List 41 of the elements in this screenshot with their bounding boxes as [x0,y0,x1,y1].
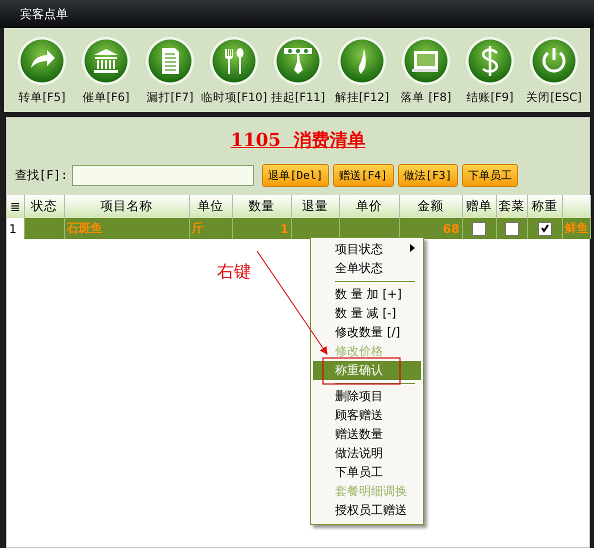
menu-item[interactable]: 做法说明 [313,444,421,463]
table-cell: 鲜鱼 [564,221,588,235]
menu-item[interactable]: 删除项目 [313,387,421,406]
annotation-text: 右键 [217,261,251,283]
checkbox[interactable] [538,222,552,236]
table-cell: 石斑鱼 [66,221,102,235]
toolbar-button[interactable]: 临时项[F10] [202,36,266,112]
menu-item[interactable]: 授权员工赠送 [313,501,421,520]
menu-item[interactable]: 数 量 加 [+] [313,285,421,304]
table-cell: 1 [9,222,17,236]
checkbox[interactable] [472,222,486,236]
checkbox[interactable] [504,222,518,236]
menu-item[interactable]: 顾客赠送 [313,406,421,425]
search-label: 查找[F]: [15,167,68,184]
toolbar-button[interactable]: 结账[F9] [458,36,522,112]
menu-item[interactable]: 数 量 减 [-] [313,304,421,323]
table-cell: 1 [280,222,288,236]
toolbar-button[interactable]: 解挂[F12] [330,36,394,112]
toolbar-button[interactable]: 转单[F5] [10,36,74,112]
search-field[interactable] [72,165,254,186]
list-heading: 1105 消费清单 [230,129,366,152]
menu-item[interactable]: 下单员工 [313,463,421,482]
menu-item[interactable]: 全单状态 [313,259,421,278]
toolbar-button[interactable]: 落单 [F8] [394,36,458,112]
menu-item[interactable]: 修改数量 [/] [313,323,421,342]
toolbar-button[interactable]: 挂起[F11] [266,36,330,112]
table-cell: 斤 [192,221,204,235]
toolbar-button[interactable]: 催单[F6] [74,36,138,112]
table-row[interactable]: 1 石斑鱼 斤 1 68 鲜鱼 [7,218,590,239]
action-button[interactable]: 赠送[F4] [333,164,394,187]
toolbar-button[interactable]: 关闭[ESC] [522,36,586,112]
menu-item[interactable]: 称重确认 [313,361,421,380]
action-button[interactable]: 下单员工 [462,164,518,187]
submenu-arrow-icon [410,244,415,255]
menu-item[interactable]: 项目状态 [313,240,421,259]
toolbar-button[interactable]: 漏打[F7] [138,36,202,112]
menu-item[interactable]: 赠送数量 [313,425,421,444]
window-title: 宾客点单 [20,6,68,22]
action-button[interactable]: 退单[Del] [262,164,330,187]
table-cell: 68 [442,222,460,236]
action-button[interactable]: 做法[F3] [398,164,458,187]
